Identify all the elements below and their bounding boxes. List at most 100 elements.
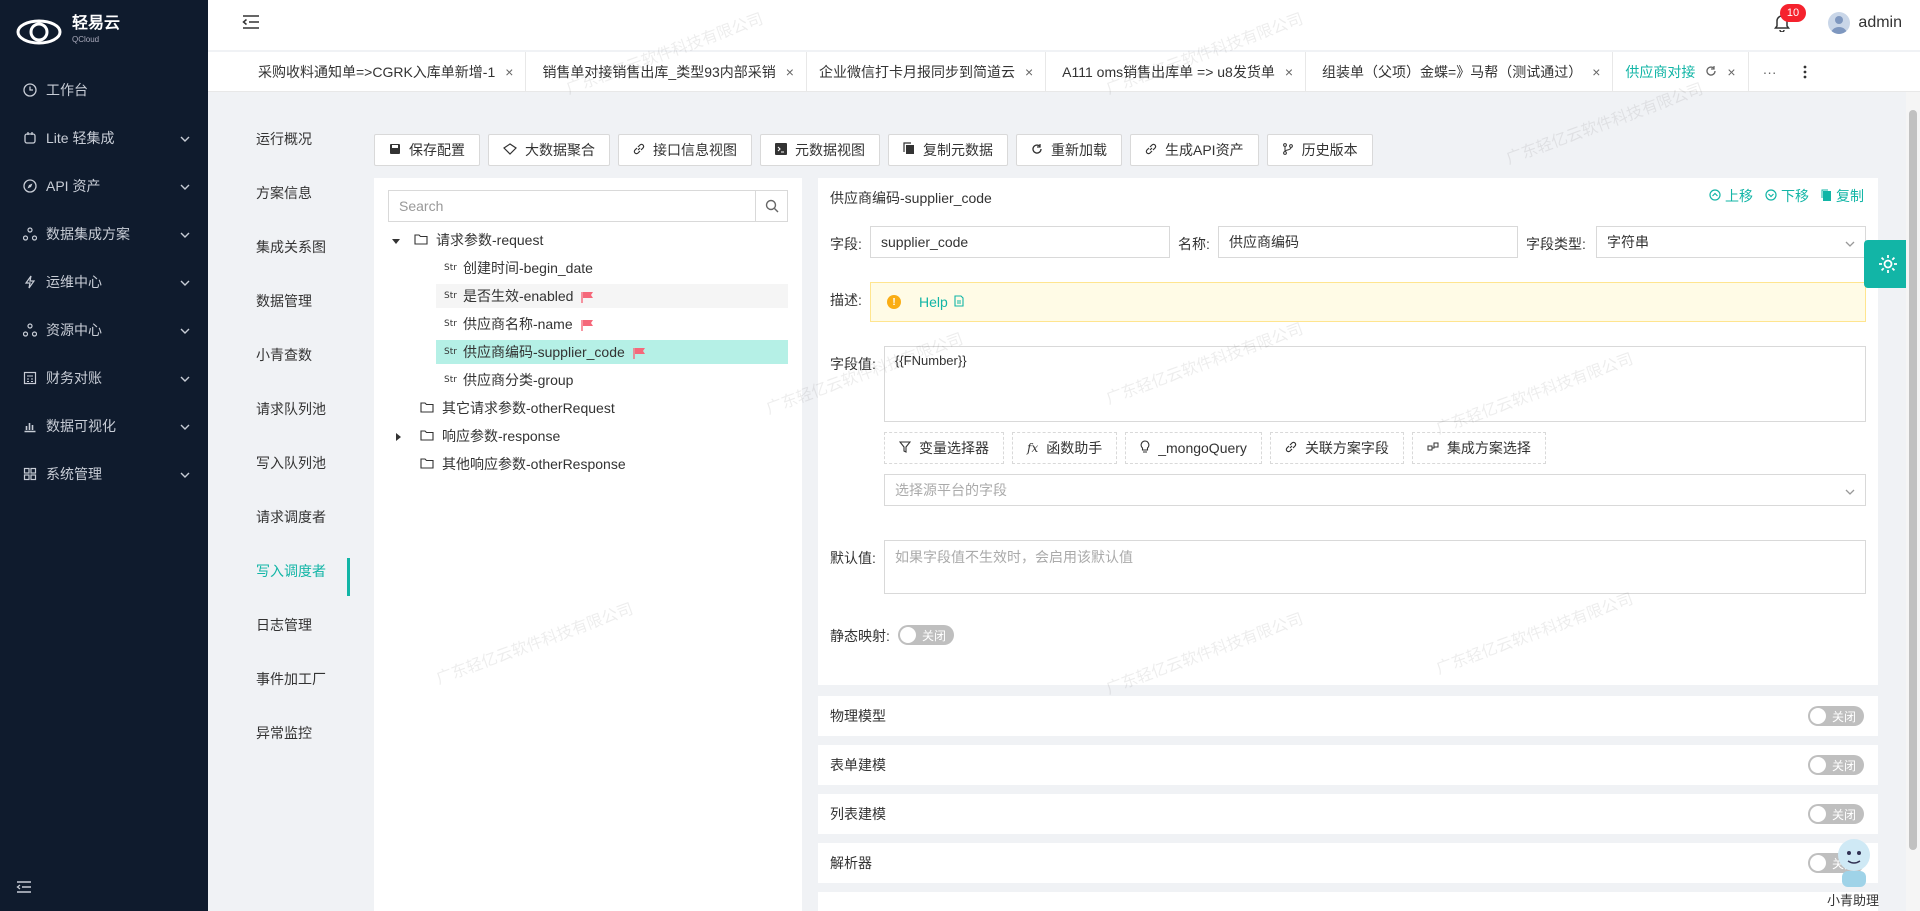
tree-node-response[interactable]: 响应参数-response	[394, 424, 560, 448]
copy-meta-button[interactable]: 复制元数据	[888, 134, 1008, 166]
tree-node-supplier-code[interactable]: Str 供应商编码-supplier_code	[436, 340, 788, 364]
subnav-label: 小青查数	[256, 347, 312, 363]
logo[interactable]: 轻易云 QCloud	[0, 0, 208, 64]
close-icon[interactable]: ×	[1592, 64, 1600, 80]
caret-right-icon[interactable]	[394, 428, 402, 444]
sidebar-collapse-icon[interactable]	[16, 880, 32, 897]
name-input[interactable]: 供应商编码	[1218, 226, 1518, 258]
subnav-item[interactable]: 运行概况	[208, 112, 350, 166]
subnav-item[interactable]: 事件加工厂	[208, 652, 350, 706]
section-physical-model[interactable]: 物理模型 关闭	[818, 696, 1878, 736]
mongo-query-button[interactable]: _mongoQuery	[1125, 432, 1262, 464]
tree-node-name[interactable]: Str 供应商名称-name	[444, 312, 595, 336]
api-view-button[interactable]: 接口信息视图	[618, 134, 752, 166]
tree-node-enabled[interactable]: Str 是否生效-enabled	[436, 284, 788, 308]
tree-search-input[interactable]	[389, 191, 755, 221]
bigdata-button[interactable]: 大数据聚合	[488, 134, 610, 166]
generate-api-button[interactable]: 生成API资产	[1130, 134, 1259, 166]
help-link[interactable]: Help	[919, 294, 964, 310]
history-button[interactable]: 历史版本	[1266, 134, 1373, 166]
close-icon[interactable]: ×	[1727, 64, 1735, 80]
subnav-item[interactable]: 写入队列池	[208, 436, 350, 490]
tab-sales-outbound[interactable]: 销售单对接销售出库_类型93内部采销 ×	[526, 52, 807, 91]
tree-node-group[interactable]: Str 供应商分类-group	[444, 368, 573, 392]
sidebar-item-resources[interactable]: 资源中心	[0, 306, 208, 354]
subnav-label: 日志管理	[256, 617, 312, 633]
bulb-icon	[1140, 440, 1150, 456]
function-helper-button[interactable]: fx 函数助手	[1012, 432, 1118, 464]
field-value-textarea[interactable]: {{FNumber}}	[884, 346, 1866, 422]
linked-field-button[interactable]: 关联方案字段	[1269, 432, 1404, 464]
subnav-item[interactable]: 日志管理	[208, 598, 350, 652]
copy-field-button[interactable]: 复制	[1821, 186, 1864, 206]
close-icon[interactable]: ×	[1285, 64, 1293, 80]
sidebar-item-workbench[interactable]: 工作台	[0, 66, 208, 114]
subnav-item[interactable]: 方案信息	[208, 166, 350, 220]
branch-icon	[1282, 142, 1294, 158]
assistant-widget[interactable]: 小青助理	[1818, 831, 1888, 909]
section-toggle[interactable]: 关闭	[1808, 755, 1864, 775]
source-field-select[interactable]: 选择源平台的字段	[884, 474, 1866, 506]
subnav-item[interactable]: 请求调度者	[208, 490, 350, 544]
settings-gear-icon[interactable]	[1864, 240, 1912, 288]
tab-oms[interactable]: A111 oms销售出库单 => u8发货单 ×	[1046, 52, 1307, 91]
scrollbar-thumb[interactable]	[1909, 110, 1917, 850]
section-toggle[interactable]: 关闭	[1808, 706, 1864, 726]
field-input[interactable]: supplier_code	[870, 226, 1170, 258]
save-config-button[interactable]: 保存配置	[374, 134, 480, 166]
static-mapping-toggle[interactable]: 关闭	[898, 625, 954, 645]
tab-label: 企业微信打卡月报同步到简道云	[818, 63, 1015, 80]
subnav-item[interactable]: 异常监控	[208, 706, 350, 760]
tree-node-other-response[interactable]: 其他响应参数-otherResponse	[420, 452, 626, 476]
tree-node-request[interactable]: 请求参数-request	[392, 228, 543, 252]
tab-supplier[interactable]: 供应商对接 ×	[1613, 52, 1749, 91]
tab-wechat[interactable]: 企业微信打卡月报同步到简道云 ×	[807, 52, 1047, 91]
username: admin	[1858, 14, 1902, 31]
close-icon[interactable]: ×	[1025, 64, 1033, 80]
search-icon[interactable]	[755, 191, 787, 221]
section-form-modeling[interactable]: 表单建模 关闭	[818, 745, 1878, 785]
meta-view-button[interactable]: 元数据视图	[760, 134, 880, 166]
sidebar-item-ops[interactable]: 运维中心	[0, 258, 208, 306]
refresh-icon[interactable]	[1705, 64, 1717, 80]
section-toggle[interactable]: 关闭	[1808, 804, 1864, 824]
close-icon[interactable]: ×	[786, 64, 794, 80]
subnav-item[interactable]: 请求队列池	[208, 382, 350, 436]
tree-node-other-request[interactable]: 其它请求参数-otherRequest	[420, 396, 615, 420]
variable-selector-button[interactable]: 变量选择器	[884, 432, 1004, 464]
move-down-button[interactable]: 下移	[1765, 186, 1809, 206]
tab-more-button[interactable]: ···	[1749, 52, 1791, 91]
tab-assembly[interactable]: 组装单（父项）金蝶=》马帮（测试通过） ×	[1306, 52, 1614, 91]
scheme-selector-button[interactable]: 集成方案选择	[1411, 432, 1546, 464]
sidebar-item-lite[interactable]: Lite 轻集成	[0, 114, 208, 162]
section-parser[interactable]: 解析器 关闭	[818, 843, 1878, 883]
user-menu[interactable]: admin	[1828, 12, 1902, 34]
tree-node-label: 响应参数-response	[442, 428, 561, 444]
subnav-item[interactable]: 数据管理	[208, 274, 350, 328]
type-select[interactable]: 字符串	[1596, 226, 1866, 258]
sidebar-item-finance[interactable]: 财务对账	[0, 354, 208, 402]
move-up-button[interactable]: 上移	[1709, 186, 1753, 206]
default-value-textarea[interactable]: 如果字段值不生效时，会启用该默认值	[884, 540, 1866, 594]
sidebar-item-api[interactable]: API 资产	[0, 162, 208, 210]
caret-down-icon[interactable]	[392, 232, 400, 248]
page-scrollbar[interactable]	[1906, 92, 1920, 911]
section-list-modeling[interactable]: 列表建模 关闭	[818, 794, 1878, 834]
menu-fold-icon[interactable]	[242, 14, 260, 33]
tab-cgrk[interactable]: 采购收料通知单=>CGRK入库单新增-1 ×	[246, 52, 527, 91]
sidebar-item-system[interactable]: 系统管理	[0, 450, 208, 498]
close-icon[interactable]: ×	[505, 64, 513, 80]
chart-icon	[22, 418, 38, 434]
subnav-item[interactable]: 集成关系图	[208, 220, 350, 274]
more-vertical-icon[interactable]	[1791, 52, 1819, 91]
sidebar-item-integration[interactable]: 数据集成方案	[0, 210, 208, 258]
chevron-down-icon	[180, 371, 190, 387]
button-label: 历史版本	[1301, 142, 1358, 158]
subnav-item-active[interactable]: 写入调度者	[208, 544, 350, 598]
subnav-item[interactable]: 小青查数	[208, 328, 350, 382]
sidebar-item-visualization[interactable]: 数据可视化	[0, 402, 208, 450]
reload-button[interactable]: 重新加载	[1016, 134, 1122, 166]
button-label: 变量选择器	[919, 440, 989, 456]
assistant-label: 小青助理	[1826, 893, 1879, 908]
filter-icon	[898, 440, 912, 456]
